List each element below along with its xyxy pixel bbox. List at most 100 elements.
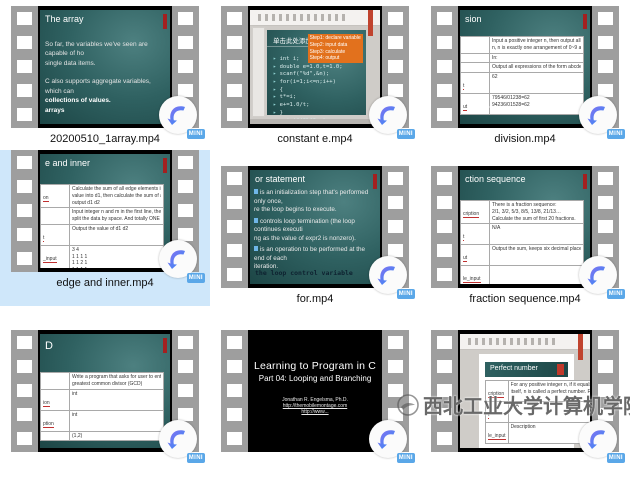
slide: or statement is an initialization step t… — [250, 170, 380, 284]
player-overlay-icon: MINI — [579, 96, 621, 138]
slide-divider — [473, 106, 574, 108]
video-thumbnail: ction sequence cription There is a fract… — [431, 166, 619, 288]
filmstrip-left — [11, 150, 38, 272]
watermark: 西北工业大学计算机学院 — [396, 390, 630, 419]
slide: Learning to Program in C Part 04: Loopin… — [250, 334, 380, 448]
file-tile-fraction-sequence[interactable]: ction sequence cription There is a fract… — [420, 150, 630, 308]
slide: 单击此处添加标题 Step1: declare variables Step2:… — [267, 30, 366, 115]
swoosh-arrow-icon — [376, 427, 400, 451]
slide-accent-bar — [373, 174, 377, 189]
player-overlay-icon: MINI — [579, 256, 621, 298]
swoosh-arrow-icon — [166, 103, 190, 127]
video-frame: The array So far, the variables we've se… — [38, 6, 172, 128]
ppt-statusbar — [250, 119, 380, 124]
slide-accent-bar — [163, 158, 167, 173]
file-tile-division[interactable]: sion Input a positive integer n, then ou… — [420, 2, 630, 160]
problem-table: Input a positive integer n, then output … — [460, 36, 584, 115]
problem-table: Write a program that asks for user to en… — [40, 372, 164, 441]
mini-badge: MINI — [187, 273, 205, 283]
ppt-ribbon — [250, 10, 380, 26]
file-tile-gcd[interactable]: D Write a program that asks for user to … — [0, 326, 210, 484]
university-logo-icon — [396, 393, 420, 417]
player-overlay-icon: MINI — [579, 420, 621, 462]
swoosh-arrow-icon — [376, 103, 400, 127]
video-frame: or statement is an initialization step t… — [248, 166, 382, 288]
powerpoint-window: 单击此处添加标题 Step1: declare variables Step2:… — [250, 10, 380, 124]
file-tile-constant-e[interactable]: 单击此处添加标题 Step1: declare variables Step2:… — [210, 2, 420, 160]
slide-title: e and inner — [40, 154, 170, 168]
video-thumbnail: 单击此处添加标题 Step1: declare variables Step2:… — [221, 6, 409, 128]
cropped-keyword — [254, 218, 258, 223]
mini-badge: MINI — [397, 289, 415, 299]
swoosh-arrow-icon — [586, 427, 610, 451]
slide-body: So far, the variables we've seen are cap… — [40, 24, 170, 115]
filmstrip-left — [221, 330, 248, 452]
ppt-accent — [578, 334, 583, 360]
video-thumbnail: D Write a program that asks for user to … — [11, 330, 199, 452]
slide-header: Perfect number — [485, 362, 568, 377]
filmstrip-left — [221, 6, 248, 128]
swoosh-arrow-icon — [166, 427, 190, 451]
file-tile-for[interactable]: or statement is an initialization step t… — [210, 150, 420, 308]
problem-table: on Calculate the sum of all edge element… — [40, 184, 164, 268]
slide-accent-bar — [163, 14, 167, 29]
slide-title: sion — [460, 10, 590, 24]
filmstrip-left — [431, 166, 458, 288]
problem-table: cription There is a fraction sequence: 2… — [460, 200, 584, 284]
file-tile-edge-and-inner[interactable]: e and inner on Calculate the sum of all … — [0, 150, 210, 306]
video-thumbnail: sion Input a positive integer n, then ou… — [431, 6, 619, 128]
ribbon-icons — [258, 14, 346, 21]
swoosh-arrow-icon — [376, 263, 400, 287]
slide-accent-bar — [163, 338, 167, 353]
mini-badge: MINI — [607, 129, 625, 139]
slide-body: is an initialization step that's perform… — [250, 184, 380, 272]
player-overlay-icon: MINI — [159, 96, 201, 138]
filmstrip-left — [431, 6, 458, 128]
mini-badge: MINI — [607, 289, 625, 299]
slide-accent-bar — [583, 14, 587, 29]
slide-accent-bar — [583, 174, 587, 189]
slide-title: Learning to Program in C — [250, 360, 380, 372]
slide-title: ction sequence — [460, 170, 590, 184]
ppt-ribbon — [460, 334, 590, 350]
cropped-keyword — [254, 246, 258, 251]
code-list: int i; double e=1.0,t=1.0; scanf("%d",&n… — [273, 56, 343, 124]
video-frame: D Write a program that asks for user to … — [38, 330, 172, 452]
player-overlay-icon: MINI — [369, 420, 411, 462]
mini-badge: MINI — [187, 129, 205, 139]
slide-subtitle: Part 04: Looping and Branching — [250, 374, 380, 383]
slide-panel — [252, 27, 265, 117]
ppt-accent — [368, 10, 373, 36]
video-frame: ction sequence cription There is a fract… — [458, 166, 592, 288]
filmstrip-left — [11, 6, 38, 128]
slide-footer: the loop control variable — [255, 269, 353, 277]
video-thumbnail: e and inner on Calculate the sum of all … — [11, 150, 199, 272]
player-overlay-icon: MINI — [159, 420, 201, 462]
slide: ction sequence cription There is a fract… — [460, 170, 590, 284]
slide-title: Perfect number — [485, 362, 568, 372]
watermark-text: 西北工业大学计算机学院 — [423, 390, 630, 419]
file-tile-array[interactable]: The array So far, the variables we've se… — [0, 2, 210, 160]
slide: sion Input a positive integer n, then ou… — [460, 10, 590, 124]
video-thumbnail: Learning to Program in C Part 04: Loopin… — [221, 330, 409, 452]
mini-badge: MINI — [397, 453, 415, 463]
filmstrip-left — [11, 330, 38, 452]
player-overlay-icon: MINI — [369, 96, 411, 138]
video-thumbnail: The array So far, the variables we've se… — [11, 6, 199, 128]
slide-title: D — [40, 334, 170, 352]
swoosh-arrow-icon — [166, 247, 190, 271]
video-frame: Learning to Program in C Part 04: Loopin… — [248, 330, 382, 452]
file-tile-learning-c[interactable]: Learning to Program in C Part 04: Loopin… — [210, 326, 420, 484]
video-thumbnail: or statement is an initialization step t… — [221, 166, 409, 288]
video-frame: 单击此处添加标题 Step1: declare variables Step2:… — [248, 6, 382, 128]
slide: The array So far, the variables we've se… — [40, 10, 170, 124]
cropped-keyword — [254, 189, 258, 194]
link: http://www... — [250, 409, 380, 415]
ribbon-icons — [468, 338, 556, 345]
slide-title: The array — [40, 10, 170, 24]
slide-title: or statement — [250, 170, 380, 184]
slide-accent-bar — [557, 364, 564, 375]
video-frame: e and inner on Calculate the sum of all … — [38, 150, 172, 272]
video-frame: sion Input a positive integer n, then ou… — [458, 6, 592, 128]
player-overlay-icon: MINI — [159, 240, 201, 282]
